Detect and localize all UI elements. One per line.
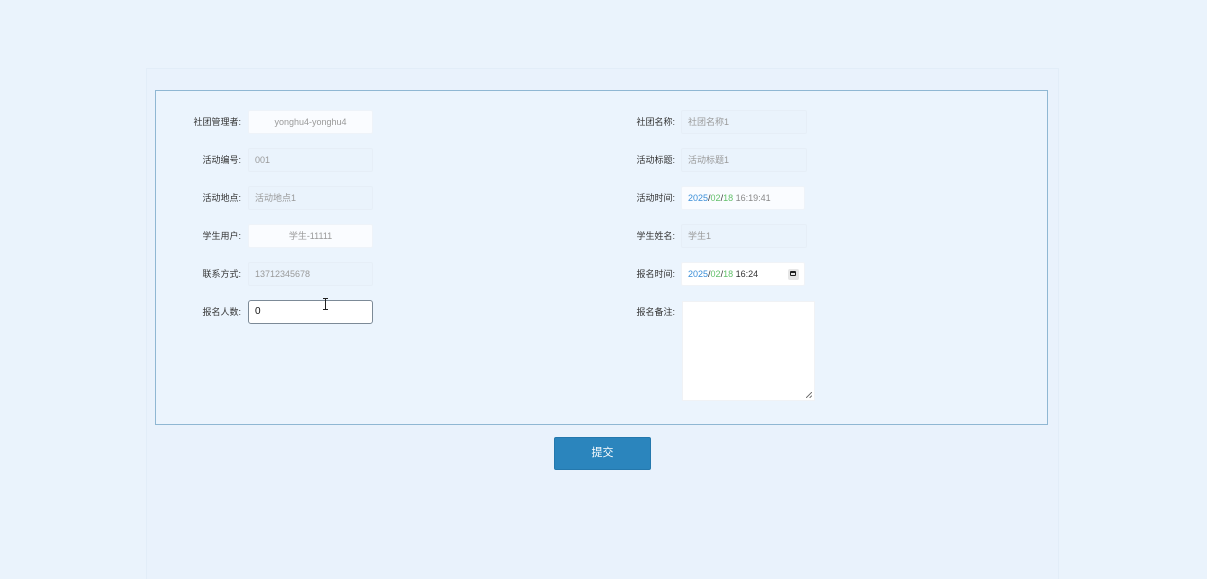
- student-user-field[interactable]: 学生-11111: [248, 224, 373, 248]
- resize-grip-icon[interactable]: [806, 392, 812, 398]
- text-cursor-icon: [322, 298, 330, 312]
- signup-count-input[interactable]: 0: [248, 300, 373, 324]
- activity-time-day: 18: [723, 193, 734, 203]
- activity-time-year: 2025: [688, 193, 709, 203]
- activity-time-field[interactable]: 2025/02/18 16:19:41: [681, 186, 805, 210]
- calendar-icon[interactable]: [788, 269, 799, 280]
- activity-time-label: 活动时间:: [636, 193, 675, 203]
- club-name-label: 社团名称:: [636, 117, 675, 127]
- student-user-label: 学生用户:: [202, 231, 241, 241]
- contact-label: 联系方式:: [202, 269, 241, 279]
- signup-time-label: 报名时间:: [636, 269, 675, 279]
- student-name-field[interactable]: 学生1: [681, 224, 807, 248]
- signup-time-clock: 16:24: [733, 269, 759, 279]
- activity-location-label: 活动地点:: [202, 193, 241, 203]
- signup-time-day: 18: [723, 269, 734, 279]
- activity-title-field[interactable]: 活动标题1: [681, 148, 807, 172]
- club-manager-field[interactable]: yonghu4-yonghu4: [248, 110, 373, 134]
- signup-time-month: 02: [710, 269, 721, 279]
- activity-number-field[interactable]: 001: [248, 148, 373, 172]
- signup-time-input[interactable]: 2025/02/18 16:24: [681, 262, 805, 286]
- signup-form: [155, 90, 1048, 425]
- club-manager-label: 社团管理者:: [193, 117, 241, 127]
- signup-count-label: 报名人数:: [202, 307, 241, 317]
- activity-location-field[interactable]: 活动地点1: [248, 186, 373, 210]
- activity-time-clock: 16:19:41: [733, 193, 771, 203]
- signup-time-year: 2025: [688, 269, 709, 279]
- submit-button[interactable]: 提交: [554, 437, 651, 470]
- club-name-field[interactable]: 社团名称1: [681, 110, 807, 134]
- signup-notes-label: 报名备注:: [636, 307, 675, 317]
- activity-title-label: 活动标题:: [636, 155, 675, 165]
- student-name-label: 学生姓名:: [636, 231, 675, 241]
- signup-notes-textarea[interactable]: [682, 301, 815, 401]
- page: 社团管理者: yonghu4-yonghu4 活动编号: 001 活动地点: 活…: [0, 0, 1207, 579]
- activity-number-label: 活动编号:: [202, 155, 241, 165]
- contact-field[interactable]: 13712345678: [248, 262, 373, 286]
- activity-time-month: 02: [710, 193, 721, 203]
